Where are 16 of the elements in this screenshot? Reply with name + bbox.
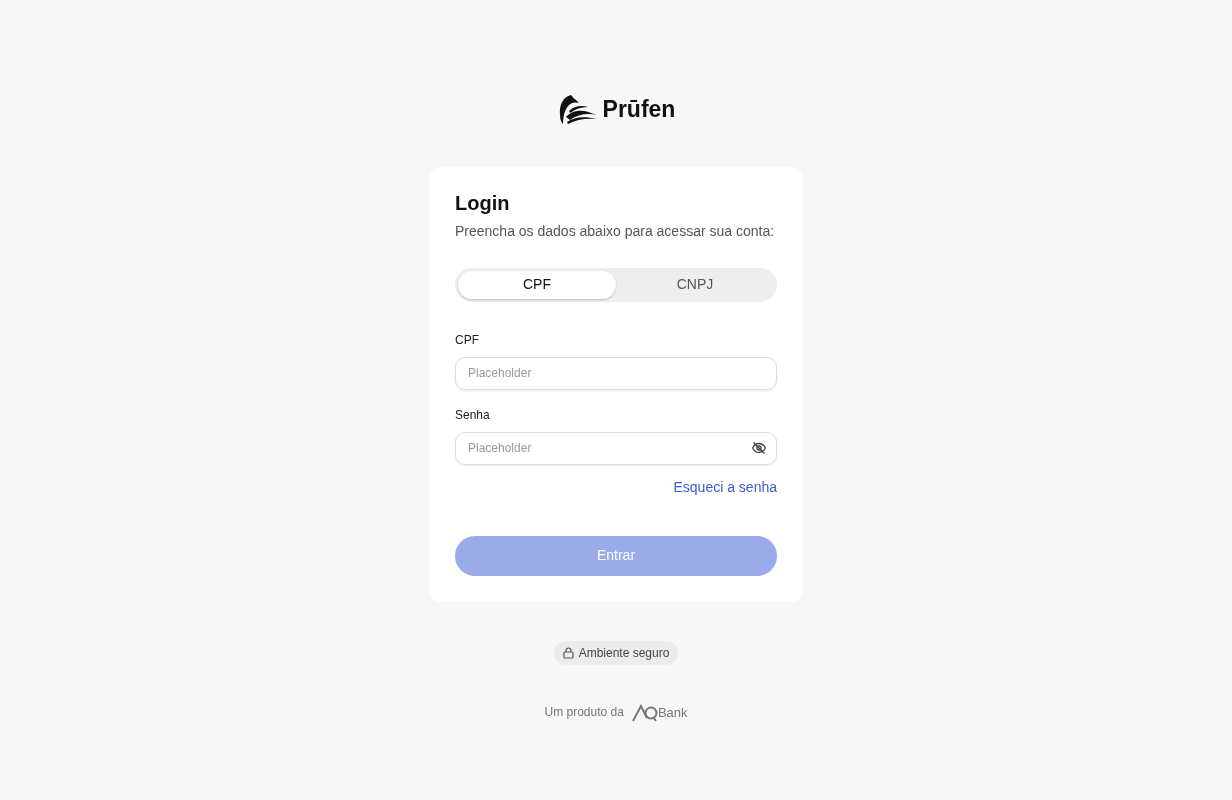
brand-name: Prūfen — [602, 95, 676, 124]
lock-icon — [562, 646, 574, 659]
card-title: Login — [455, 190, 511, 215]
input-field[interactable]: Placeholder — [455, 356, 777, 390]
forgot-password-link[interactable]: Esqueci a senha — [673, 476, 777, 498]
partner-logo-icon — [631, 704, 658, 722]
partner-name: Bank — [657, 703, 688, 722]
password-field[interactable]: Placeholder — [455, 431, 777, 465]
tab[interactable]: CNPJ — [616, 270, 774, 299]
field-label: CPF — [455, 331, 480, 349]
card-subtitle: Preencha os dados abaixo para acessar sua conta: — [455, 221, 776, 241]
field-label: Senha — [455, 406, 491, 424]
tab[interactable]: CPF — [458, 270, 616, 299]
eye-off-icon[interactable] — [751, 439, 767, 456]
badge-text: Ambiente seguro — [578, 644, 670, 662]
footer-text: Um produto da — [544, 704, 624, 722]
